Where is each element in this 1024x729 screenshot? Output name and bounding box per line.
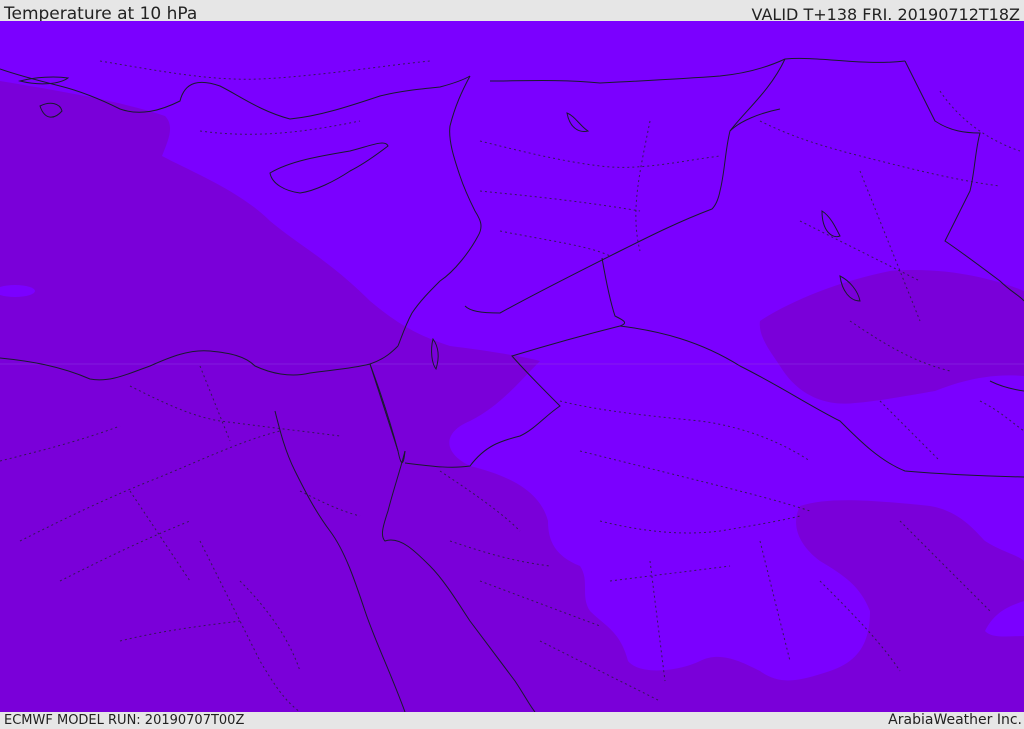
footer-bar: ECMWF MODEL RUN: 20190707T00Z ArabiaWeat…: [0, 712, 1024, 729]
temperature-map[interactable]: [0, 21, 1024, 712]
model-run-label: ECMWF MODEL RUN: 20190707T00Z: [4, 713, 245, 728]
credit-label: ArabiaWeather Inc.: [888, 712, 1022, 728]
map-panel[interactable]: [0, 21, 1024, 712]
header-bar: Temperature at 10 hPa VALID T+138 FRI. 2…: [0, 0, 1024, 24]
